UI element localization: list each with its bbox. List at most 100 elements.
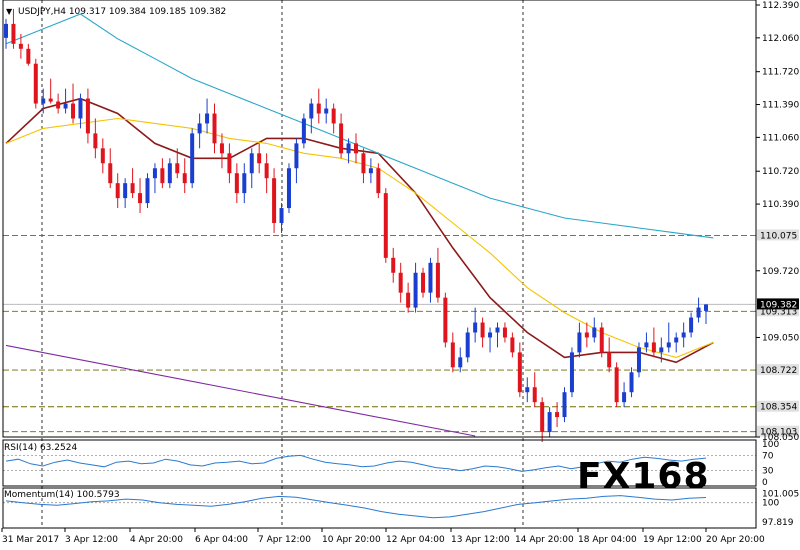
candle-body-49 [368, 168, 373, 174]
candle-body-34 [257, 153, 262, 164]
time-tick-4: 7 Apr 12:00 [258, 535, 311, 545]
price-tick-3: 111.390 [762, 101, 799, 111]
candle-body-84 [629, 372, 634, 393]
candle-body-67 [502, 327, 507, 338]
candle-body-72 [540, 402, 545, 433]
candle-body-19 [145, 178, 150, 204]
candle-body-91 [681, 332, 686, 338]
candle-body-31 [234, 173, 239, 194]
candle-body-77 [577, 332, 582, 353]
candle-body-83 [622, 392, 627, 403]
candle-body-7 [56, 101, 61, 109]
price-tick-5: 110.720 [762, 167, 799, 177]
candle-body-15 [115, 183, 120, 199]
candle-body-56 [421, 272, 426, 293]
watermark-logo: FX168 [577, 456, 710, 497]
candle-body-70 [525, 387, 530, 393]
candle-body-25 [190, 133, 195, 184]
candle-body-74 [555, 412, 560, 418]
main-panel-frame [2, 0, 757, 438]
candle-body-50 [376, 168, 381, 194]
header-triangle-icon[interactable]: ▼ [6, 7, 13, 16]
candle-body-85 [636, 347, 641, 373]
candle-body-36 [272, 178, 277, 223]
candle-body-29 [219, 143, 224, 154]
time-tick-6: 12 Apr 04:00 [386, 535, 445, 545]
candle-body-16 [123, 183, 128, 199]
price-tick-1: 112.060 [762, 34, 799, 44]
moving-average-1 [5, 117, 714, 358]
candle-body-80 [599, 327, 604, 353]
candle-body-44 [331, 108, 336, 124]
candle-body-68 [510, 337, 515, 353]
candle-body-8 [63, 103, 68, 109]
candle-body-14 [108, 163, 113, 184]
candle-body-73 [547, 412, 552, 433]
price-axis: 112.390 112.060 111.720 111.390 111.060 110.7… [756, 1, 799, 443]
price-tick-7: 109.720 [762, 267, 799, 277]
candle-body-65 [488, 332, 493, 338]
candle-body-69 [517, 352, 522, 393]
candlesticks [4, 8, 708, 442]
candle-body-60 [450, 342, 455, 368]
candle-body-23 [175, 163, 180, 174]
time-axis: 31 Mar 2017 3 Apr 12:00 4 Apr 20:00 6 Apr 0… [1, 528, 765, 545]
candle-body-52 [391, 257, 396, 273]
candle-body-62 [465, 332, 470, 358]
candle-body-88 [659, 347, 664, 353]
candle-body-41 [309, 103, 314, 119]
rsi-tick-3: 0 [762, 478, 768, 488]
level-label-2: 108.722 [760, 366, 797, 376]
candle-body-11 [85, 98, 90, 134]
candle-body-82 [614, 367, 619, 403]
candle-body-40 [301, 118, 306, 144]
price-levels: 110.075109.313108.722108.354108.103109.3… [3, 229, 799, 438]
candle-body-3 [26, 48, 31, 64]
candle-body-46 [346, 143, 351, 154]
candle-body-89 [666, 342, 671, 348]
candle-body-27 [205, 113, 210, 124]
candle-body-63 [473, 322, 478, 333]
candle-body-33 [249, 153, 254, 174]
candle-body-30 [227, 153, 232, 174]
candle-body-75 [562, 392, 567, 418]
rsi-label: RSI(14) 63.2524 [4, 443, 77, 453]
time-tick-10: 19 Apr 12:00 [643, 535, 702, 545]
moving-average-0 [5, 97, 714, 364]
candle-body-4 [33, 63, 38, 104]
trendline [5, 344, 476, 437]
candle-body-90 [674, 337, 679, 343]
time-tick-1: 3 Apr 12:00 [65, 535, 118, 545]
candle-body-64 [480, 322, 485, 338]
momentum-tick-2: 97.819 [762, 518, 794, 528]
candle-body-37 [279, 208, 284, 223]
candle-body-66 [495, 327, 500, 333]
candle-body-1 [11, 23, 16, 44]
candle-body-0 [4, 23, 8, 38]
time-tick-7: 13 Apr 12:00 [451, 535, 510, 545]
price-tick-6: 110.390 [762, 200, 799, 210]
trend-line [5, 344, 476, 437]
chart-header: USDJPY,H4 109.317 109.384 109.185 109.38… [18, 7, 226, 17]
level-label-0: 110.075 [760, 231, 797, 241]
candle-body-26 [197, 123, 202, 134]
price-tick-0: 112.390 [762, 1, 799, 11]
time-tick-11: 20 Apr 20:00 [706, 535, 765, 545]
candle-body-6 [48, 98, 53, 102]
candle-body-24 [182, 173, 187, 184]
moving-average-2 [5, 13, 714, 239]
candle-body-79 [592, 327, 597, 338]
candle-body-39 [294, 143, 299, 169]
price-tick-8: 109.050 [762, 333, 799, 343]
candle-body-45 [339, 123, 344, 154]
bid-price-label: 109.382 [760, 300, 797, 310]
candle-body-2 [18, 43, 23, 49]
time-tick-9: 18 Apr 04:00 [578, 535, 637, 545]
candle-body-54 [406, 292, 411, 308]
candle-body-58 [435, 262, 440, 298]
candle-body-28 [212, 113, 217, 144]
price-tick-4: 111.060 [762, 133, 799, 143]
candle-body-71 [532, 387, 537, 403]
candle-body-20 [152, 168, 157, 179]
time-tick-2: 4 Apr 20:00 [130, 535, 183, 545]
